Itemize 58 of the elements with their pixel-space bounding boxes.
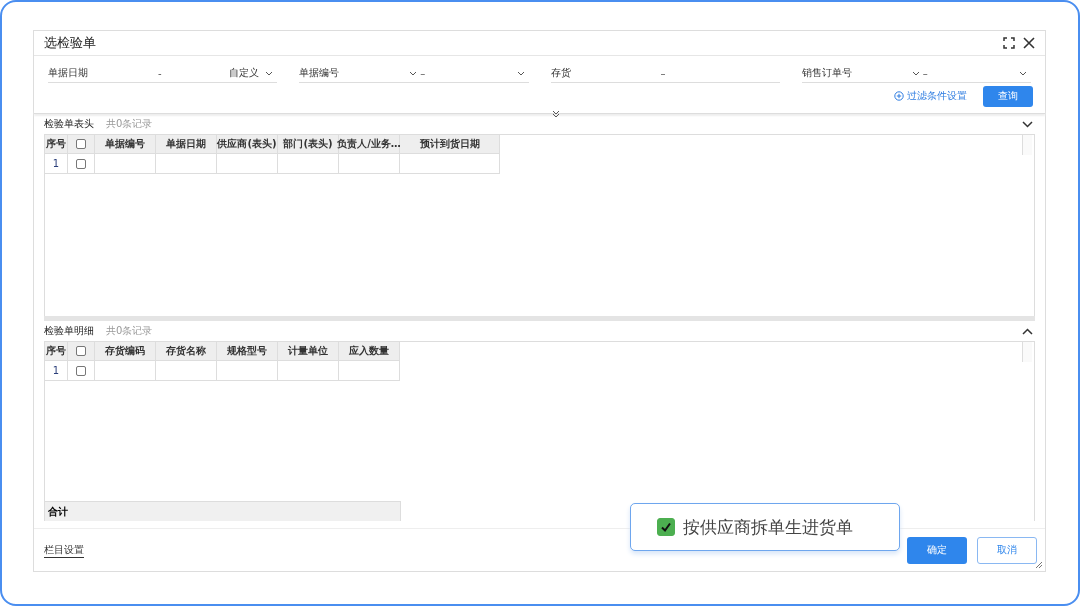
confirm-button[interactable]: 确定 (907, 536, 967, 564)
chevron-down-icon[interactable] (1022, 120, 1033, 128)
column-header[interactable]: 单据编号 (95, 135, 156, 154)
chevron-down-icon (409, 70, 418, 76)
column-header[interactable]: 负责人/业务… (339, 135, 400, 154)
chevron-down-icon (1019, 70, 1027, 76)
filter-field[interactable]: 销售订单号 – (801, 64, 1031, 83)
row-checkbox[interactable] (76, 365, 86, 376)
column-settings-link[interactable]: 栏目设置 (44, 542, 84, 558)
chevron-down-icon (911, 70, 920, 76)
select-all-checkbox[interactable] (76, 139, 86, 149)
filter-settings-link[interactable]: 过滤条件设置 (894, 89, 967, 103)
resize-grip-icon[interactable] (1035, 561, 1043, 569)
column-header[interactable]: 序号 (45, 135, 68, 154)
chevron-up-icon[interactable] (1022, 327, 1033, 335)
column-header[interactable]: 预计到货日期 (400, 135, 500, 154)
column-header[interactable]: 存货名称 (156, 342, 217, 361)
query-button[interactable]: 查询 (983, 85, 1033, 107)
section-title: 检验单明细 (44, 324, 94, 338)
chevron-down-icon (516, 70, 525, 76)
table-cell (339, 361, 400, 381)
checkmark-icon (659, 520, 673, 534)
table-cell (156, 154, 217, 174)
select-all-checkbox[interactable] (76, 346, 86, 356)
record-count: 共0条记录 (106, 117, 154, 131)
column-header[interactable]: 供应商(表头) (217, 135, 278, 154)
column-header[interactable]: 规格型号 (217, 342, 278, 361)
column-header[interactable]: 存货编码 (95, 342, 156, 361)
expand-filters-icon[interactable] (552, 110, 560, 118)
column-header[interactable]: 序号 (45, 342, 68, 361)
table-cell (339, 154, 400, 174)
row-number: 1 (45, 361, 68, 381)
row-checkbox[interactable] (76, 158, 86, 169)
column-header[interactable]: 计量单位 (278, 342, 339, 361)
scrollbar[interactable] (1022, 135, 1032, 155)
maximize-icon[interactable] (1003, 37, 1015, 49)
chevron-down-icon (265, 70, 274, 76)
checkbox-label: 按供应商拆单生进货单 (683, 515, 853, 539)
scrollbar[interactable] (1022, 342, 1032, 362)
window-title: 选检验单 (44, 34, 97, 52)
checkbox[interactable] (657, 518, 675, 536)
record-count: 共0条记录 (106, 324, 154, 338)
row-number: 1 (45, 154, 68, 174)
filter-field[interactable]: 单据编号 – (299, 64, 529, 83)
filter-field[interactable]: 存货 – (550, 64, 780, 83)
total-row: 合计 (45, 501, 401, 521)
table-cell (217, 361, 278, 381)
add-circle-icon (894, 91, 904, 101)
table-cell (156, 361, 217, 381)
column-header[interactable]: 应入数量 (339, 342, 400, 361)
column-header[interactable]: 单据日期 (156, 135, 217, 154)
table-cell (278, 154, 339, 174)
table-cell (217, 154, 278, 174)
table-cell (278, 361, 339, 381)
close-icon[interactable] (1023, 37, 1035, 49)
filter-field[interactable]: 单据日期 - 自定义 (48, 64, 278, 83)
cancel-button[interactable]: 取消 (977, 536, 1037, 564)
section-title: 检验单表头 (44, 117, 94, 131)
